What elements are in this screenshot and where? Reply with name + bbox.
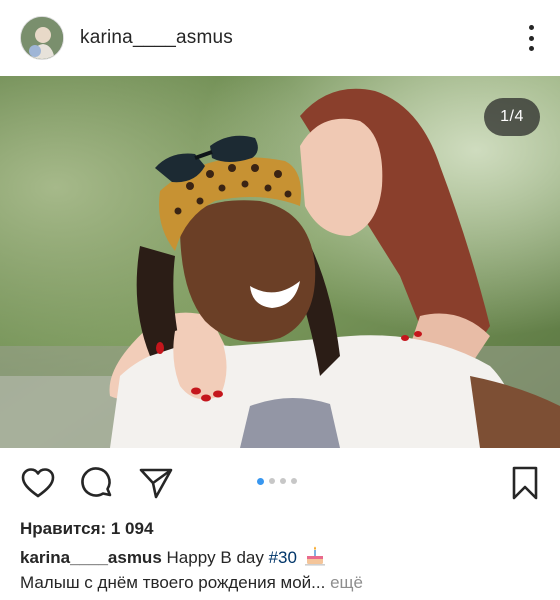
bookmark-icon[interactable]: [510, 465, 540, 501]
heart-icon[interactable]: [20, 465, 56, 501]
carousel-dot-active: [257, 477, 264, 485]
likes-count[interactable]: Нравится: 1 094: [20, 519, 153, 539]
more-options-icon[interactable]: [524, 22, 538, 54]
post-photo[interactable]: 1/4: [0, 76, 560, 448]
profile-avatar[interactable]: [20, 16, 64, 60]
birthday-cake-icon: [304, 546, 326, 566]
caption-text: Happy B day: [166, 548, 269, 567]
carousel-dot: [269, 478, 275, 484]
caption-continuation: Малыш с днём твоего рождения мой...: [20, 573, 326, 592]
caption-more-link[interactable]: ещё: [330, 573, 363, 592]
comment-icon[interactable]: [79, 465, 115, 501]
post-header: karina____asmus: [0, 0, 560, 76]
caption-line-2: Малыш с днём твоего рождения мой... ещё: [20, 573, 363, 593]
paper-plane-icon[interactable]: [138, 465, 174, 501]
action-bar: [0, 448, 560, 516]
carousel-counter: 1/4: [484, 98, 540, 136]
carousel-indicator: [257, 477, 297, 485]
caption-hashtag[interactable]: #30: [269, 548, 297, 567]
caption-username[interactable]: karina____asmus: [20, 548, 162, 567]
carousel-dot: [280, 478, 286, 484]
post-username[interactable]: karina____asmus: [80, 27, 233, 49]
caption-line-1: karina____asmus Happy B day #30: [20, 546, 326, 568]
carousel-dot: [291, 478, 297, 484]
